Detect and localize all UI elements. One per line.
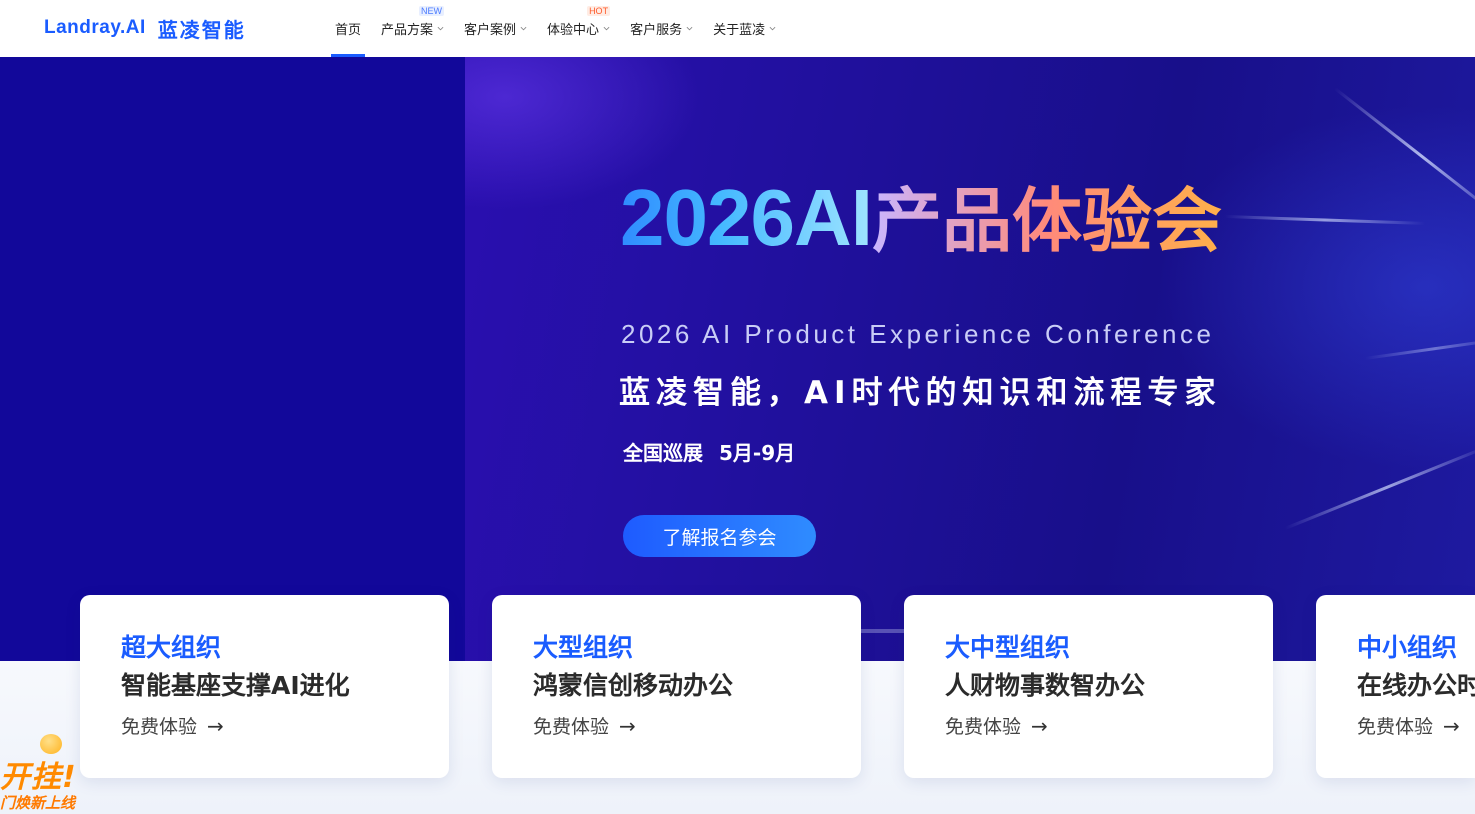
chevron-down-icon	[686, 26, 693, 31]
nav-item-label: 体验中心	[547, 23, 600, 38]
nav-item-experience-center[interactable]: HOT 体验中心	[543, 0, 614, 57]
register-button[interactable]: 了解报名参会	[623, 515, 816, 557]
free-trial-link[interactable]: 免费体验 →	[121, 712, 449, 739]
tour-dates: 5月-9月	[719, 441, 796, 465]
card-tag: 大型组织	[533, 633, 634, 662]
card-title: 智能基座支撑AI进化	[121, 671, 350, 700]
hero-subtitle-english: 2026 AI Product Experience Conference	[621, 319, 1215, 349]
nav-item-label: 产品方案	[381, 23, 434, 38]
hero-title-year: 2026AI	[620, 173, 873, 262]
nav-item-home[interactable]: 首页	[331, 0, 366, 57]
top-header: Landray.AI 蓝凌智能 首页 NEW 产品方案 客户案例 HOT 体验中…	[0, 0, 1475, 57]
brand-logo[interactable]: Landray.AI 蓝凌智能	[44, 14, 246, 42]
coin-icon	[40, 734, 62, 754]
card-tag: 超大组织	[121, 633, 222, 662]
hero-title-event: 产品体验会	[871, 180, 1222, 262]
nav-item-cases[interactable]: 客户案例	[460, 0, 531, 57]
nav-item-label: 客户服务	[630, 23, 683, 38]
card-tag: 中小组织	[1357, 633, 1458, 662]
logo-chinese: 蓝凌智能	[157, 17, 246, 42]
chevron-down-icon	[437, 26, 444, 31]
free-trial-label: 免费体验	[945, 716, 1022, 738]
nav-item-label: 首页	[335, 23, 362, 38]
promo-text: 开挂!	[0, 760, 77, 795]
arrow-right-icon: →	[1443, 713, 1460, 738]
free-trial-link[interactable]: 免费体验 →	[1357, 712, 1475, 739]
solution-card[interactable]: 超大组织 智能基座支撑AI进化 免费体验 →	[80, 595, 449, 778]
nav-item-products[interactable]: NEW 产品方案	[377, 0, 448, 57]
nav-item-label: 客户案例	[464, 23, 517, 38]
solution-card[interactable]: 大型组织 鸿蒙信创移动办公 免费体验 →	[492, 595, 861, 778]
logo-english: Landray.AI	[44, 17, 146, 38]
main-nav: 首页 NEW 产品方案 客户案例 HOT 体验中心 客户服务 关于蓝凌	[331, 0, 792, 57]
arrow-right-icon: →	[207, 713, 224, 738]
chevron-down-icon	[603, 26, 610, 31]
nav-item-customer-service[interactable]: 客户服务	[626, 0, 697, 57]
nav-item-about[interactable]: 关于蓝凌	[709, 0, 780, 57]
hero-subtitle-chinese: 蓝凌智能，AI时代的知识和流程专家	[619, 375, 1222, 411]
hero-background	[465, 57, 1475, 661]
hero-banner[interactable]: 2026AI产品体验会 2026 AI Product Experience C…	[0, 57, 1475, 661]
chevron-down-icon	[520, 26, 527, 31]
tour-label: 全国巡展	[623, 441, 703, 465]
light-streak	[1284, 444, 1475, 530]
light-streak	[1224, 215, 1425, 225]
free-trial-label: 免费体验	[533, 716, 610, 738]
light-streak	[1334, 87, 1475, 226]
nav-item-label: 关于蓝凌	[713, 23, 766, 38]
light-streak	[1364, 337, 1475, 360]
hero-dates: 全国巡展 5月-9月	[623, 437, 795, 466]
chevron-down-icon	[769, 26, 776, 31]
new-badge: NEW	[419, 6, 445, 16]
solution-card[interactable]: 中小组织 在线办公时 免费体验 →	[1316, 595, 1475, 778]
hero-title: 2026AI产品体验会	[620, 172, 1222, 267]
free-trial-link[interactable]: 免费体验 →	[533, 712, 861, 739]
card-title: 在线办公时	[1357, 671, 1475, 700]
solution-card[interactable]: 大中型组织 人财物事数智办公 免费体验 →	[904, 595, 1273, 778]
free-trial-label: 免费体验	[121, 716, 198, 738]
free-trial-link[interactable]: 免费体验 →	[945, 712, 1273, 739]
arrow-right-icon: →	[1031, 713, 1048, 738]
promo-floating-badge[interactable]: 开挂! 门焕新上线	[0, 730, 80, 814]
arrow-right-icon: →	[619, 713, 636, 738]
card-tag: 大中型组织	[945, 633, 1071, 662]
carousel-dot[interactable]	[856, 629, 909, 633]
card-title: 鸿蒙信创移动办公	[533, 671, 734, 700]
card-title: 人财物事数智办公	[945, 671, 1146, 700]
hot-badge: HOT	[587, 6, 611, 16]
free-trial-label: 免费体验	[1357, 716, 1434, 738]
promo-subtext: 门焕新上线	[0, 794, 76, 812]
